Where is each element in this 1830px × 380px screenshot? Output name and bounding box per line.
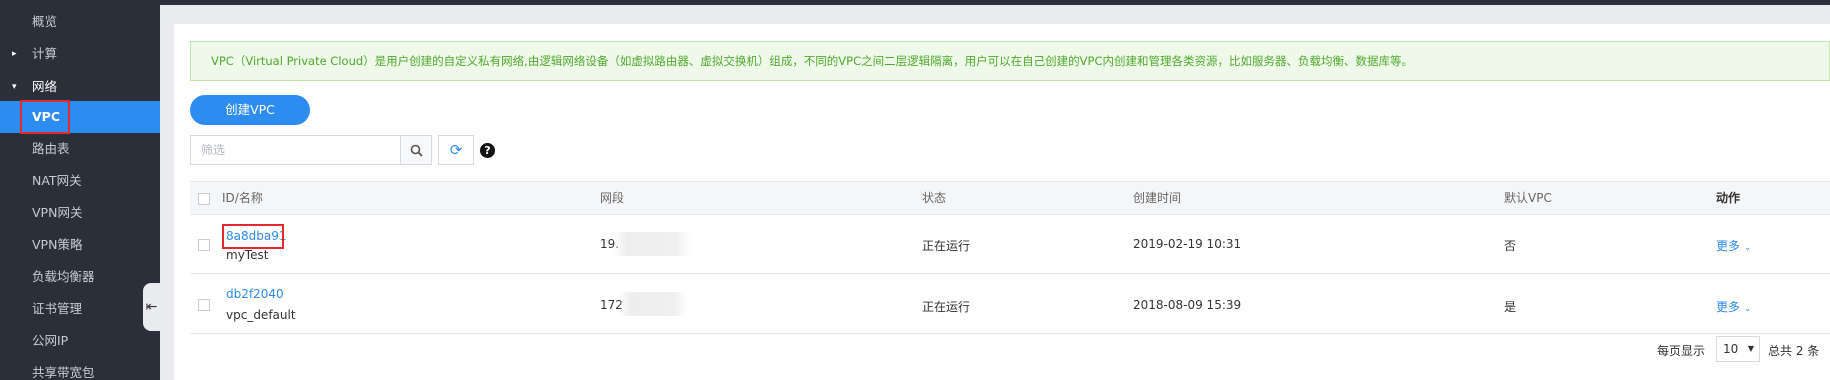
sidebar-item-vpn-gateway[interactable]: VPN网关	[0, 197, 160, 229]
refresh-button[interactable]: ⟳	[438, 135, 474, 165]
more-actions-dropdown[interactable]: 更多 ⌄	[1716, 237, 1751, 254]
sidebar-item-nat-gateway[interactable]: NAT网关	[0, 165, 160, 197]
sidebar-item-vpn-policy[interactable]: VPN策略	[0, 229, 160, 261]
chevron-down-icon: ⌄	[1743, 243, 1752, 253]
column-header-status: 状态	[922, 191, 947, 205]
more-actions-dropdown[interactable]: 更多 ⌄	[1716, 298, 1751, 315]
collapse-sidebar-icon[interactable]: ⇤	[143, 283, 160, 331]
total-count: 总共 2 条	[1768, 344, 1820, 358]
redacted-blur	[618, 292, 688, 316]
chevron-down-icon: ⌄	[1743, 304, 1752, 314]
top-bar	[0, 0, 1830, 5]
info-banner: VPC（Virtual Private Cloud）是用户创建的自定义私有网络,…	[190, 41, 1830, 81]
redacted-blur	[612, 232, 692, 256]
column-header-created: 创建时间	[1133, 191, 1182, 205]
sidebar-item-label: 概览	[32, 14, 58, 29]
sidebar-item-certificates[interactable]: 证书管理	[0, 293, 160, 325]
sidebar-item-load-balancer[interactable]: 负载均衡器	[0, 261, 160, 293]
sidebar-item-label: 共享带宽包	[32, 365, 95, 380]
sidebar-item-shared-bandwidth[interactable]: 共享带宽包	[0, 357, 160, 380]
vpc-default-flag: 是	[1504, 300, 1517, 314]
sidebar-item-overview[interactable]: 概览	[0, 6, 160, 38]
table-row: 8a8dba91 myTest 19. 正在运行 2019-02-19 10:3…	[190, 215, 1830, 274]
row-checkbox[interactable]	[198, 239, 210, 251]
vpc-name: myTest	[226, 248, 269, 262]
column-header-default-vpc: 默认VPC	[1504, 191, 1552, 205]
caret-down-icon: ▾	[12, 82, 17, 92]
vpc-default-flag: 否	[1504, 239, 1517, 253]
sidebar-item-label: VPN网关	[32, 205, 83, 220]
refresh-icon: ⟳	[449, 141, 463, 159]
create-vpc-button[interactable]: 创建VPC	[190, 95, 310, 125]
vpc-created-time: 2018-08-09 15:39	[1133, 298, 1242, 312]
vpc-status: 正在运行	[922, 239, 971, 253]
caret-down-icon: ▼	[1747, 344, 1754, 353]
sidebar: 概览 ▸ 计算 ▾ 网络 VPC 路由表 NAT网关 VPN网关 VPN策略 负载均…	[0, 0, 160, 380]
sidebar-item-route-table[interactable]: 路由表	[0, 133, 160, 165]
caret-right-icon: ▸	[12, 49, 17, 59]
column-header-id-name: ID/名称	[222, 191, 263, 205]
sidebar-item-label: 证书管理	[32, 301, 83, 316]
sidebar-item-public-ip[interactable]: 公网IP	[0, 325, 160, 357]
sidebar-item-label: VPN策略	[32, 237, 83, 252]
sidebar-item-label: NAT网关	[32, 173, 82, 188]
main-panel: VPC（Virtual Private Cloud）是用户创建的自定义私有网络,…	[174, 24, 1830, 380]
table-header: ID/名称 网段 状态 创建时间 默认VPC 动作	[190, 181, 1830, 215]
sidebar-group-network[interactable]: ▾ 网络	[0, 71, 160, 103]
more-actions-label: 更多	[1716, 239, 1741, 253]
column-header-actions: 动作	[1716, 191, 1741, 205]
vpc-name: vpc_default	[226, 308, 296, 322]
sidebar-item-label: 路由表	[32, 141, 70, 156]
vpc-status: 正在运行	[922, 300, 971, 314]
highlight-box-vpc	[20, 100, 70, 134]
per-page-label: 每页显示	[1657, 344, 1706, 358]
table-row: db2f2040 vpc_default 172 正在运行 2018-08-09…	[190, 275, 1830, 334]
column-header-cidr: 网段	[600, 191, 625, 205]
per-page-value: 10	[1723, 342, 1739, 356]
vpc-created-time: 2019-02-19 10:31	[1133, 237, 1242, 251]
row-checkbox[interactable]	[198, 299, 210, 311]
search-button[interactable]	[400, 135, 432, 165]
highlight-box-vpc-id	[222, 224, 284, 249]
search-icon	[410, 144, 423, 157]
sidebar-item-label: 负载均衡器	[32, 269, 95, 284]
select-all-checkbox[interactable]	[198, 193, 210, 205]
filter-input[interactable]: 筛选	[190, 135, 400, 165]
sidebar-item-label: 计算	[32, 46, 58, 61]
sidebar-item-label: 公网IP	[32, 333, 69, 348]
per-page-select[interactable]: 10 ▼	[1716, 336, 1760, 362]
sidebar-group-compute[interactable]: ▸ 计算	[0, 38, 160, 70]
vpc-id-link[interactable]: db2f2040	[226, 287, 284, 301]
help-icon[interactable]: ?	[480, 143, 495, 158]
more-actions-label: 更多	[1716, 300, 1741, 314]
sidebar-item-label: 网络	[32, 79, 58, 94]
